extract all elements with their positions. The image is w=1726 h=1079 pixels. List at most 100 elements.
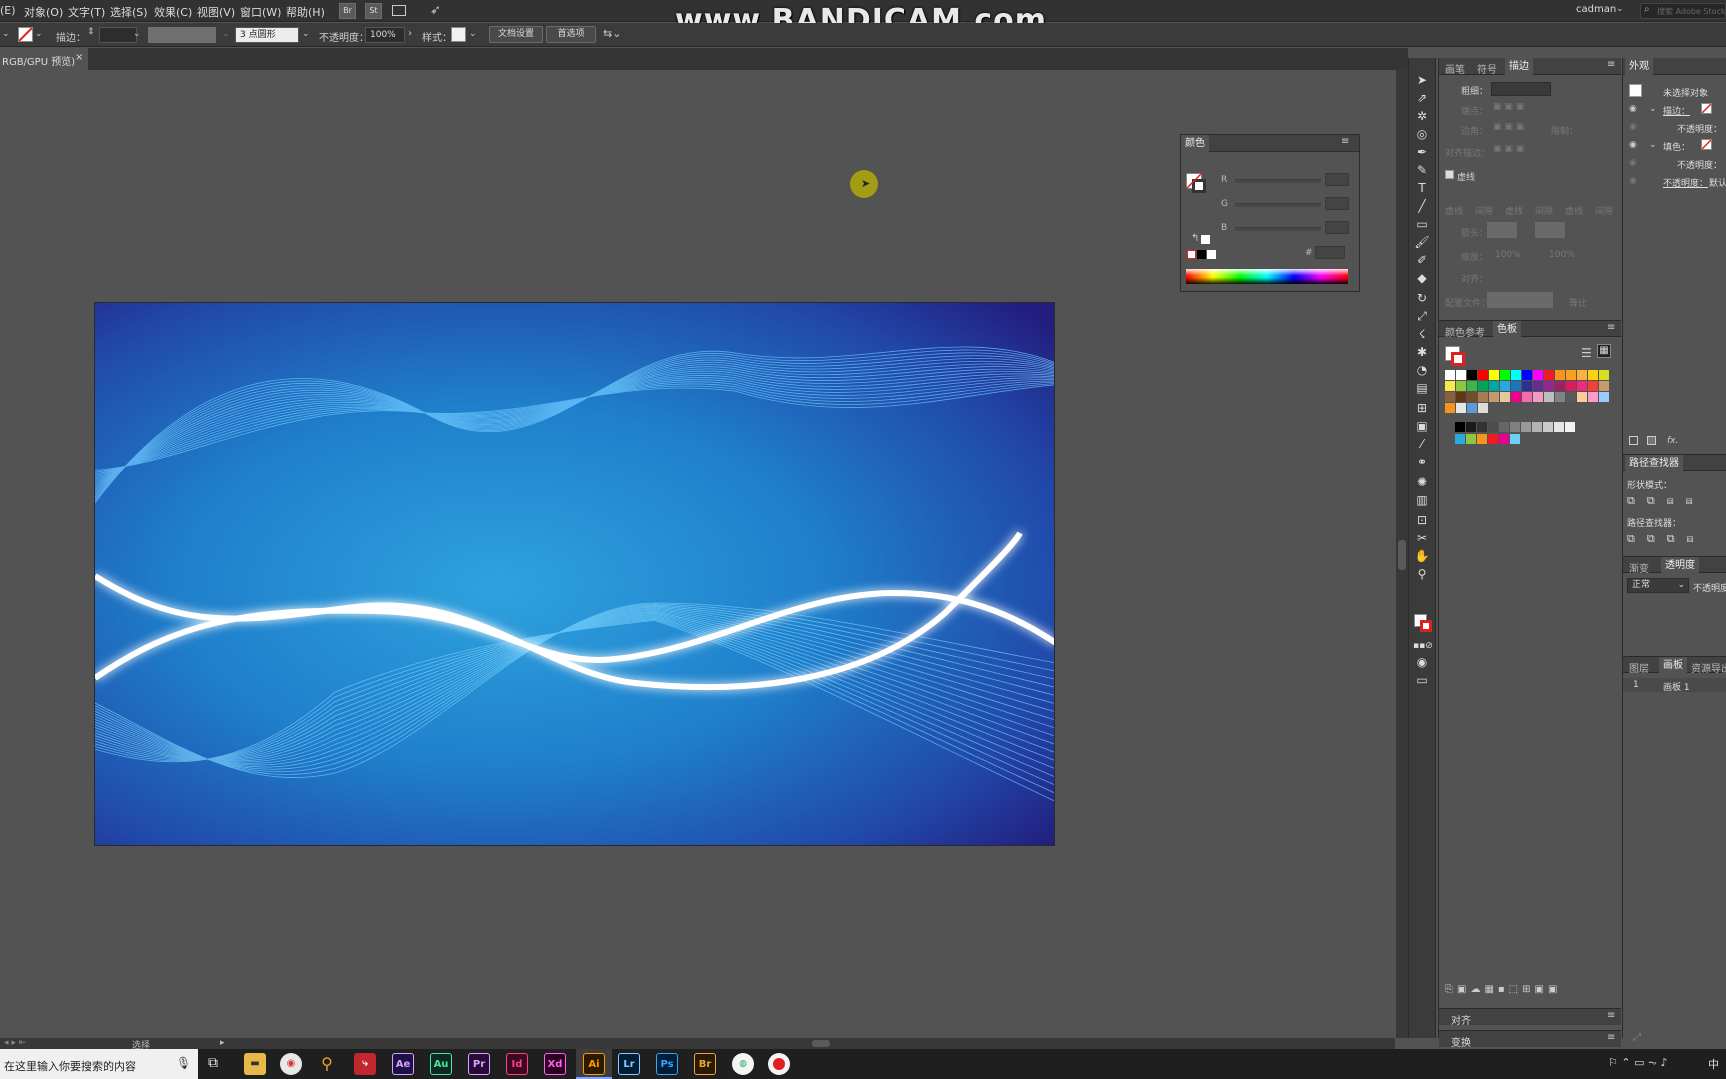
chevron-down-icon[interactable]: ⌄	[302, 29, 310, 39]
color-swatch[interactable]	[1533, 370, 1543, 380]
preferences-button[interactable]: 首选项	[546, 26, 596, 43]
column-graph-tool-icon[interactable]: ▥	[1413, 492, 1431, 508]
grey-swatch[interactable]	[1488, 422, 1498, 432]
color-swatch[interactable]	[1467, 381, 1477, 391]
grey-swatch[interactable]	[1565, 422, 1575, 432]
grey-swatch[interactable]	[1532, 422, 1542, 432]
menu-edit[interactable]: (E)	[0, 4, 16, 17]
chevron-down-icon[interactable]: ⌄	[133, 29, 141, 39]
mesh-tool-icon[interactable]: ⊞	[1413, 400, 1431, 416]
illustrator-icon[interactable]: Ai	[583, 1053, 605, 1075]
panel-menu-icon[interactable]: ≡	[1607, 1032, 1615, 1043]
chevron-down-icon[interactable]: ⌄	[1649, 140, 1657, 150]
vertical-scrollbar[interactable]	[1396, 70, 1408, 1038]
color-swatch[interactable]	[1577, 370, 1587, 380]
color-swatch[interactable]	[1456, 403, 1466, 413]
eye-icon[interactable]: ◉	[1629, 158, 1637, 168]
color-swatch[interactable]	[1478, 381, 1488, 391]
panel-menu-icon[interactable]: ≡	[1607, 322, 1615, 333]
paintbrush-tool-icon[interactable]: 🖌	[1413, 234, 1431, 250]
color-swatch[interactable]	[1588, 370, 1598, 380]
color-spectrum[interactable]	[1186, 269, 1348, 284]
color-swatch[interactable]	[1478, 403, 1488, 413]
tab-stroke[interactable]: 描边	[1505, 58, 1533, 76]
color-swatch[interactable]	[1577, 381, 1587, 391]
fill-stroke-tool-icon[interactable]	[1414, 614, 1434, 634]
panel-menu-icon[interactable]: ≡	[1607, 1010, 1615, 1021]
eye-icon[interactable]: ◉	[1629, 122, 1637, 132]
shaper-tool-icon[interactable]: ✐	[1413, 252, 1431, 268]
stroke-stepper[interactable]: ⇕	[87, 27, 95, 37]
clear-appearance-icon[interactable]	[1629, 436, 1638, 445]
chevron-down-icon[interactable]: ⌄	[35, 29, 43, 39]
lasso-tool-icon[interactable]: ◎	[1413, 126, 1431, 142]
system-tray-icons[interactable]: ⚐ ⌃ ▭ ⏦ ♪	[1608, 1056, 1667, 1070]
artboard-tool-icon[interactable]: ⊡	[1413, 512, 1431, 528]
color-swatch[interactable]	[1456, 392, 1466, 402]
start-arrowhead-select[interactable]	[1487, 222, 1517, 238]
menu-window[interactable]: 窗口(W)	[240, 4, 281, 20]
grey-swatch[interactable]	[1543, 422, 1553, 432]
variable-width-profile[interactable]	[148, 27, 216, 43]
chevron-down-icon[interactable]: ⌄	[1649, 104, 1657, 114]
color-swatch[interactable]	[1445, 403, 1455, 413]
hex-input[interactable]	[1315, 246, 1345, 259]
fill-stroke-proxy[interactable]	[1186, 173, 1208, 195]
color-swatch[interactable]	[1555, 392, 1565, 402]
color-swatch[interactable]	[1588, 381, 1598, 391]
blue-value-input[interactable]	[1325, 221, 1349, 234]
premiere-icon[interactable]: Pr	[468, 1053, 490, 1075]
arrange-documents-icon[interactable]	[392, 5, 406, 16]
slice-tool-icon[interactable]: ✂	[1413, 530, 1431, 546]
gradient-tool-icon[interactable]: ▣	[1413, 418, 1431, 434]
color-swatch[interactable]	[1489, 381, 1499, 391]
rotate-tool-icon[interactable]: ↻	[1413, 290, 1431, 306]
dashed-line-checkbox[interactable]	[1445, 170, 1454, 179]
tab-symbols[interactable]: 符号	[1477, 61, 1497, 76]
tab-appearance[interactable]: 外观	[1625, 58, 1653, 76]
shape-builder-tool-icon[interactable]: ◔	[1413, 362, 1431, 378]
chevron-down-icon[interactable]: ⌄	[1616, 4, 1624, 14]
menu-view[interactable]: 视图(V)	[197, 4, 235, 20]
eye-icon[interactable]: ◉	[1629, 140, 1637, 150]
color-swatch[interactable]	[1511, 392, 1521, 402]
red-value-input[interactable]	[1325, 173, 1349, 186]
color-swatch[interactable]	[1599, 370, 1609, 380]
none-black-white-swatches[interactable]	[1187, 250, 1217, 259]
color-swatch[interactable]	[1467, 392, 1477, 402]
chevron-right-icon[interactable]: ▸	[220, 1038, 225, 1048]
document-setup-button[interactable]: 文档设置	[489, 26, 543, 43]
brush-definition[interactable]: 3 点圆形	[235, 27, 299, 43]
color-mode-icon[interactable]: ▪▪⊘	[1413, 638, 1433, 654]
type-tool-icon[interactable]: T	[1413, 180, 1431, 196]
color-swatch[interactable]	[1555, 370, 1565, 380]
tab-artboards[interactable]: 画板	[1659, 657, 1687, 675]
tab-color-guide[interactable]: 颜色参考	[1445, 324, 1485, 339]
color-swatch[interactable]	[1566, 370, 1576, 380]
green-slider[interactable]	[1235, 203, 1321, 207]
blend-mode-select[interactable]: 正常 ⌄	[1627, 578, 1689, 593]
document-tab[interactable]: RGB/GPU 预览) ×	[0, 48, 88, 70]
photoshop-icon[interactable]: Ps	[656, 1053, 678, 1075]
line-tool-icon[interactable]: ╱	[1413, 198, 1431, 214]
grey-swatch[interactable]	[1455, 422, 1465, 432]
expand-icon[interactable]: ⤢	[1633, 1032, 1641, 1043]
bright-swatch[interactable]	[1466, 434, 1476, 444]
tab-gradient[interactable]: 渐变	[1629, 560, 1649, 575]
graphic-style-swatch[interactable]	[451, 27, 466, 42]
color-swatch[interactable]	[1566, 392, 1576, 402]
tab-swatches[interactable]: 色板	[1493, 321, 1521, 339]
after-effects-icon[interactable]: Ae	[392, 1053, 414, 1075]
grey-swatch[interactable]	[1477, 422, 1487, 432]
color-swatch[interactable]	[1467, 370, 1477, 380]
tab-layers[interactable]: 图层	[1629, 660, 1649, 675]
bright-swatch[interactable]	[1488, 434, 1498, 444]
fx-icon[interactable]: fx.	[1667, 436, 1678, 446]
warp-tool-icon[interactable]: ☇	[1413, 326, 1431, 342]
color-swatch[interactable]	[1566, 381, 1576, 391]
color-swatch[interactable]	[1533, 381, 1543, 391]
eye-icon[interactable]: ◉	[1629, 104, 1637, 114]
puppet-warp-tool-icon[interactable]: ✱	[1413, 344, 1431, 360]
color-swatch[interactable]	[1489, 392, 1499, 402]
artboard-nav-icon[interactable]: ◂ ▸ ⇤	[4, 1038, 26, 1048]
